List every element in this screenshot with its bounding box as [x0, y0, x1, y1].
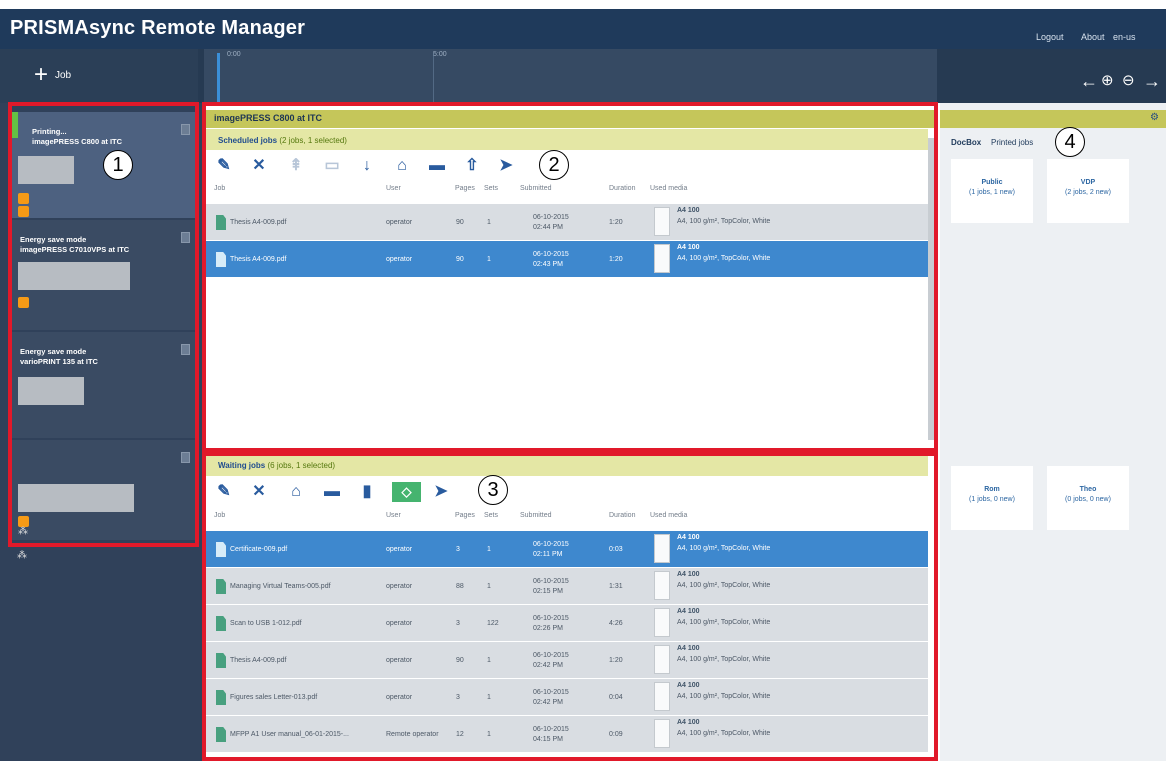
gear-icon[interactable]: ⚙ — [1150, 112, 1159, 123]
docbox-folder-theo[interactable]: Theo (0 jobs, 0 new) — [1047, 466, 1129, 530]
docbox-folder-rom[interactable]: Rom (1 jobs, 0 new) — [951, 466, 1033, 530]
about-link[interactable]: About — [1081, 32, 1105, 42]
callout-frame-waiting-jobs — [202, 452, 938, 761]
timeline-divider — [433, 53, 434, 102]
docbox-folder-public[interactable]: Public (1 jobs, 1 new) — [951, 159, 1033, 223]
job-timeline[interactable] — [204, 49, 937, 103]
prismasync-window: PRISMAsync Remote Manager Logout About e… — [0, 0, 1166, 761]
add-job-button[interactable]: + Job — [0, 49, 198, 103]
callout-2: 2 — [539, 150, 569, 180]
callout-4: 4 — [1055, 127, 1085, 157]
title-bar: PRISMAsync Remote Manager Logout About e… — [0, 9, 1166, 49]
timeline-label-5min: 5:00 — [433, 51, 447, 58]
language-link[interactable]: en-us — [1113, 32, 1136, 42]
folder-count: (1 jobs, 0 new) — [969, 496, 1015, 503]
callout-1: 1 — [103, 150, 133, 180]
plus-icon: + — [34, 61, 49, 88]
logout-link[interactable]: Logout — [1036, 32, 1064, 42]
folder-count: (1 jobs, 1 new) — [969, 189, 1015, 196]
callout-3: 3 — [478, 475, 508, 505]
folder-count: (0 jobs, 0 new) — [1065, 496, 1111, 503]
folder-title: Theo — [1079, 486, 1097, 493]
folder-title: VDP — [1080, 179, 1096, 186]
warning-icon: ⁂ — [17, 550, 27, 561]
folder-count: (2 jobs, 2 new) — [1065, 189, 1111, 196]
folder-title: Public — [981, 179, 1003, 186]
arrow-left-icon[interactable]: ← — [1080, 72, 1098, 90]
add-job-label: Job — [55, 70, 72, 81]
timeline-label-start: 0:00 — [227, 51, 241, 58]
zoom-out-icon[interactable]: ⊖ — [1122, 72, 1135, 90]
tab-printed-jobs[interactable]: Printed jobs — [991, 138, 1033, 147]
folder-title: Rom — [984, 486, 1000, 493]
docbox-header: ⚙ — [940, 110, 1166, 128]
tab-docbox[interactable]: DocBox — [951, 138, 981, 147]
zoom-in-icon[interactable]: ⊕ — [1101, 72, 1114, 90]
callout-frame-scheduled-jobs — [202, 102, 938, 452]
timeline-current-marker — [217, 53, 220, 102]
arrow-right-icon[interactable]: → — [1143, 72, 1161, 90]
docbox-folder-vdp[interactable]: VDP (2 jobs, 2 new) — [1047, 159, 1129, 223]
app-title: PRISMAsync Remote Manager — [10, 17, 306, 39]
